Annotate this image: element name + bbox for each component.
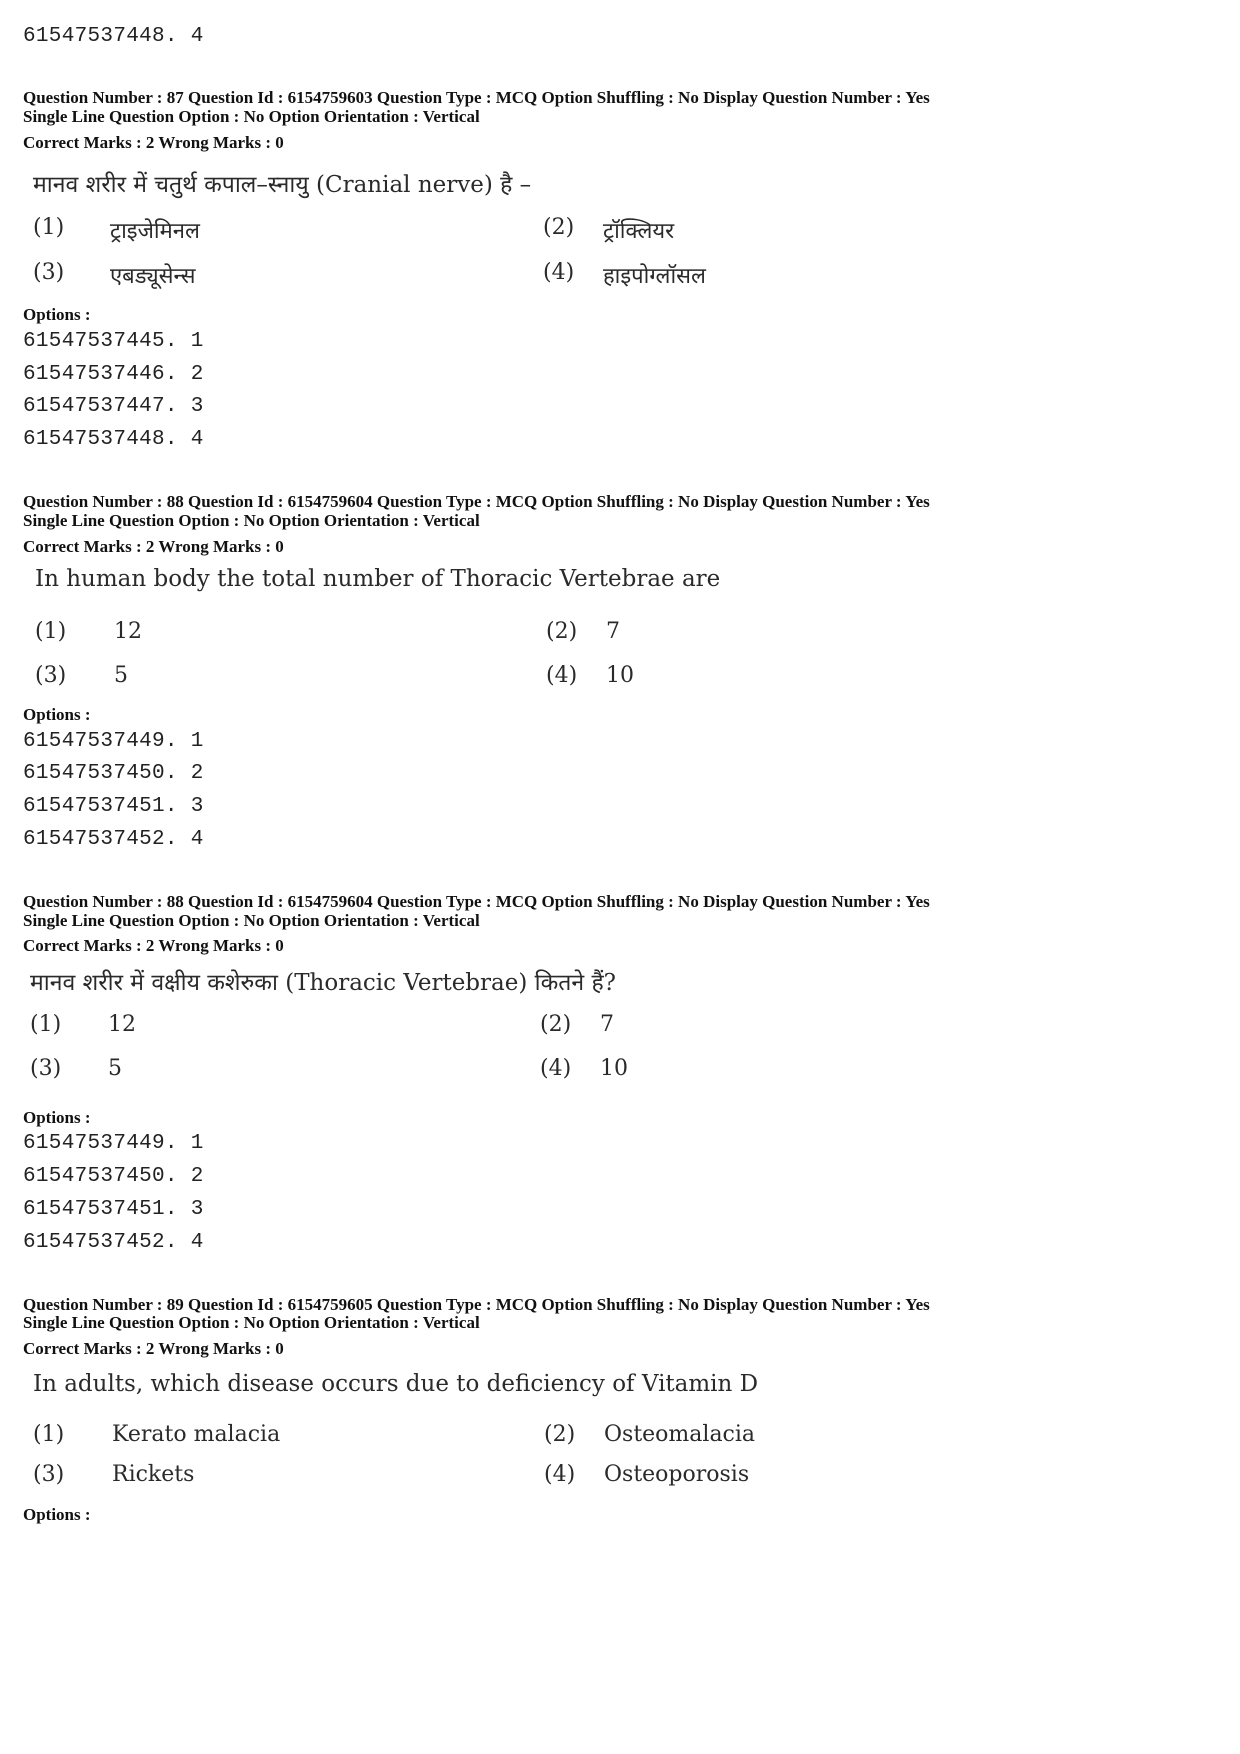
question-text: In adults, which disease occurs due to d… [33,1371,759,1397]
choice-label: 12 [114,619,142,644]
option-id-line: 61547537450. 2 [23,762,204,785]
question-meta-line2: Single Line Question Option : No Option … [23,511,480,530]
choice-label: Rickets [112,1462,195,1487]
choice-number: (1) [30,1012,62,1037]
marks-line: Correct Marks : 2 Wrong Marks : 0 [23,936,284,955]
question-meta-line2: Single Line Question Option : No Option … [23,1313,480,1332]
choice-label: 5 [114,663,128,688]
options-label: Options : [23,305,91,324]
question-meta-line1: Question Number : 89 Question Id : 61547… [23,1295,930,1314]
choice-number: (4) [543,260,575,285]
options-label: Options : [23,1108,91,1127]
choice-label: ट्राइजेमिनल [110,219,200,244]
choice-number: (2) [543,215,575,240]
options-label: Options : [23,705,91,724]
option-id-line: 61547537452. 4 [23,828,204,851]
choice-label: 7 [606,619,620,644]
choice-label: 12 [108,1012,136,1037]
choice-number: (4) [544,1462,576,1487]
choice-label: 10 [606,663,634,688]
choice-label: Osteoporosis [604,1462,750,1487]
option-id-line: 61547537452. 4 [23,1231,204,1254]
choice-number: (2) [540,1012,572,1037]
choice-number: (1) [35,619,67,644]
choice-number: (1) [33,215,65,240]
marks-line: Correct Marks : 2 Wrong Marks : 0 [23,133,284,152]
question-text: मानव शरीर में चतुर्थ कपाल–स्नायु (Crania… [33,172,532,198]
option-id-line: 61547537446. 2 [23,363,204,386]
option-id-line: 61547537449. 1 [23,730,204,753]
option-id-line: 61547537451. 3 [23,1198,204,1221]
choice-label: एबड्यूसेन्स [110,264,196,289]
choice-label: Kerato malacia [112,1422,281,1447]
choice-number: (4) [546,663,578,688]
option-id-line: 61547537447. 3 [23,395,204,418]
marks-line: Correct Marks : 2 Wrong Marks : 0 [23,1339,284,1358]
option-id-line: 61547537451. 3 [23,795,204,818]
choice-number: (3) [30,1056,62,1081]
option-id-line: 61547537445. 1 [23,330,204,353]
question-text: In human body the total number of Thorac… [35,566,721,592]
choice-label: हाइपोग्लॉसल [603,264,706,289]
question-meta-line1: Question Number : 88 Question Id : 61547… [23,892,930,911]
choice-number: (3) [35,663,67,688]
question-meta-line2: Single Line Question Option : No Option … [23,107,480,126]
choice-label: Osteomalacia [604,1422,756,1447]
option-id-line: 61547537448. 4 [23,428,204,451]
choice-label: 10 [600,1056,628,1081]
option-id-line: 61547537450. 2 [23,1165,204,1188]
choice-number: (3) [33,1462,65,1487]
choice-number: (2) [544,1422,576,1447]
choice-label: ट्रॉक्लियर [603,219,675,244]
choice-number: (4) [540,1056,572,1081]
marks-line: Correct Marks : 2 Wrong Marks : 0 [23,537,284,556]
choice-number: (3) [33,260,65,285]
choice-label: 7 [600,1012,614,1037]
question-meta-line1: Question Number : 87 Question Id : 61547… [23,88,930,107]
options-label: Options : [23,1505,91,1524]
question-meta-line1: Question Number : 88 Question Id : 61547… [23,492,930,511]
question-meta-line2: Single Line Question Option : No Option … [23,911,480,930]
choice-number: (1) [33,1422,65,1447]
option-id-line: 61547537449. 1 [23,1132,204,1155]
option-id-line: 61547537448. 4 [23,25,204,48]
choice-number: (2) [546,619,578,644]
question-text: मानव शरीर में वक्षीय कशेरुका (Thoracic V… [30,970,616,996]
choice-label: 5 [108,1056,122,1081]
